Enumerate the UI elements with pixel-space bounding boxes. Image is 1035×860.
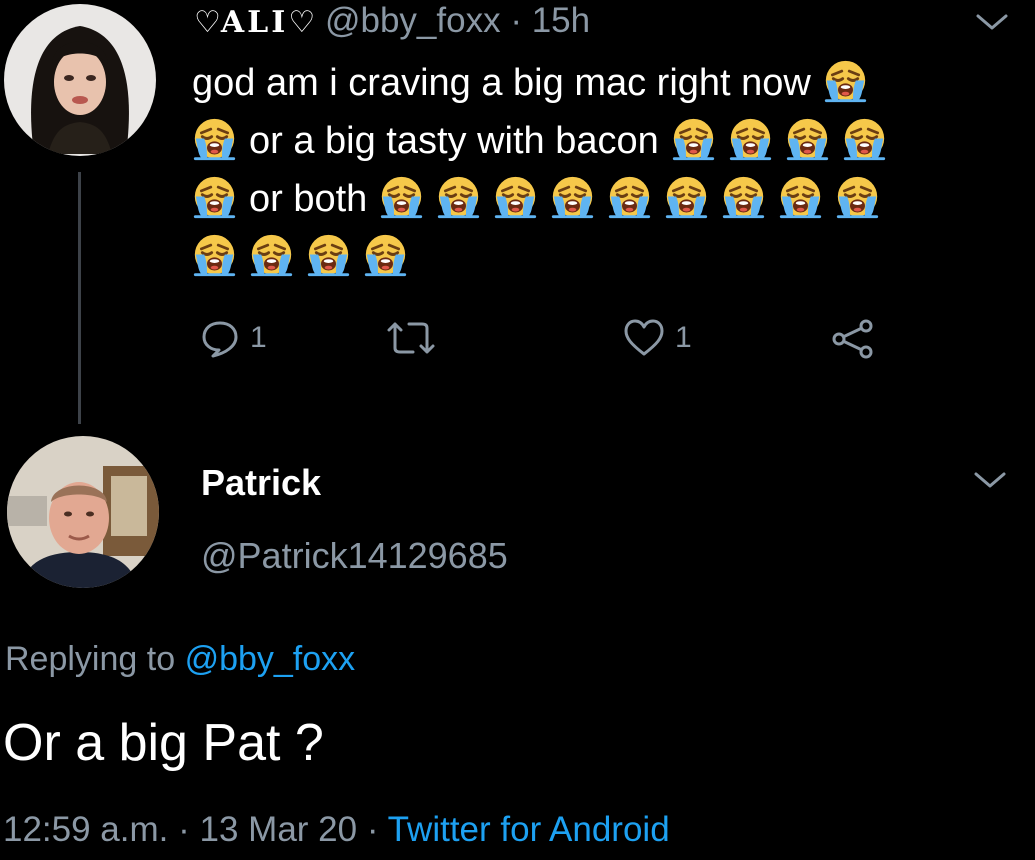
tweet-text: god am i craving a big mac right now or a… (192, 54, 992, 286)
tweet-text-line (192, 228, 992, 286)
replying-to-handle-link[interactable]: @bby_foxx (185, 640, 356, 678)
reply-action[interactable]: 1 (200, 318, 267, 358)
like-heart-icon (623, 318, 665, 358)
loudly-crying-face-icon (193, 234, 236, 277)
replying-to-label: Replying to (5, 640, 176, 678)
loudly-crying-face-icon (552, 176, 594, 219)
loudly-crying-face-icon (723, 176, 765, 219)
reply-metadata: 12:59 a.m. · 13 Mar 20 · Twitter for And… (3, 810, 670, 850)
reply-time: 12:59 a.m. (3, 810, 169, 849)
loudly-crying-face-icon (381, 176, 423, 219)
author-avatar[interactable] (4, 4, 156, 156)
reply-text: Or a big Pat ? (3, 714, 324, 772)
reply-source-link[interactable]: Twitter for Android (388, 810, 670, 849)
name-heart-left: ♡ (194, 5, 221, 40)
loudly-crying-face-icon (438, 176, 480, 219)
loudly-crying-face-icon (364, 234, 407, 277)
reply-author-avatar[interactable] (7, 436, 159, 588)
tweet-text-line: or a big tasty with bacon (192, 112, 992, 170)
reply-count: 1 (250, 321, 267, 354)
loudly-crying-face-icon (780, 176, 822, 219)
retweet-icon (385, 318, 437, 358)
tweet-timestamp[interactable]: 15h (532, 1, 590, 40)
replying-to-line: Replying to @bby_foxx (5, 640, 355, 679)
tweet-text-segment: or both (249, 178, 368, 220)
reply-icon (200, 318, 240, 358)
like-action[interactable]: 1 (623, 318, 692, 358)
tweet-text-line: or both (192, 170, 992, 228)
tweet-action-bar: 1 1 (200, 318, 900, 362)
loudly-crying-face-icon (786, 118, 828, 161)
reply-meta-separator-1: · (178, 810, 190, 849)
tweet-text-segment: god am i craving a big mac right now (192, 62, 811, 104)
tweet-text-segment: or a big tasty with bacon (249, 120, 659, 162)
loudly-crying-face-icon (672, 118, 714, 161)
share-action[interactable] (830, 318, 876, 360)
loudly-crying-face-icon (495, 176, 537, 219)
reply-author-name[interactable]: Patrick (201, 462, 321, 504)
author-handle[interactable]: @bby_foxx (325, 1, 501, 40)
author-display-name[interactable]: ♡ALI♡ (194, 5, 315, 40)
reply-menu-chevron-icon[interactable] (970, 468, 1010, 492)
loudly-crying-face-icon (837, 176, 879, 219)
reply-meta-separator-2: · (366, 810, 379, 849)
like-count: 1 (675, 321, 692, 354)
thread-connector-line (78, 172, 81, 424)
reply-author-handle[interactable]: @Patrick14129685 (201, 535, 508, 577)
loudly-crying-face-icon (193, 118, 236, 161)
tweet-header: ♡ALI♡ @bby_foxx · 15h (194, 1, 590, 43)
name-heart-right: ♡ (288, 5, 316, 40)
retweet-action[interactable] (385, 318, 437, 358)
loudly-crying-face-icon (250, 234, 293, 277)
loudly-crying-face-icon (193, 176, 236, 219)
loudly-crying-face-icon (609, 176, 651, 219)
tweet-menu-chevron-icon[interactable] (972, 10, 1012, 34)
loudly-crying-face-icon (824, 60, 866, 103)
header-separator: · (510, 1, 522, 40)
loudly-crying-face-icon (843, 118, 885, 161)
loudly-crying-face-icon (666, 176, 708, 219)
author-name-text: ALI (220, 5, 289, 40)
loudly-crying-face-icon (307, 234, 350, 277)
reply-date: 13 Mar 20 (199, 810, 358, 849)
share-icon (830, 318, 876, 360)
loudly-crying-face-icon (729, 118, 771, 161)
tweet-text-line: god am i craving a big mac right now (192, 54, 992, 112)
